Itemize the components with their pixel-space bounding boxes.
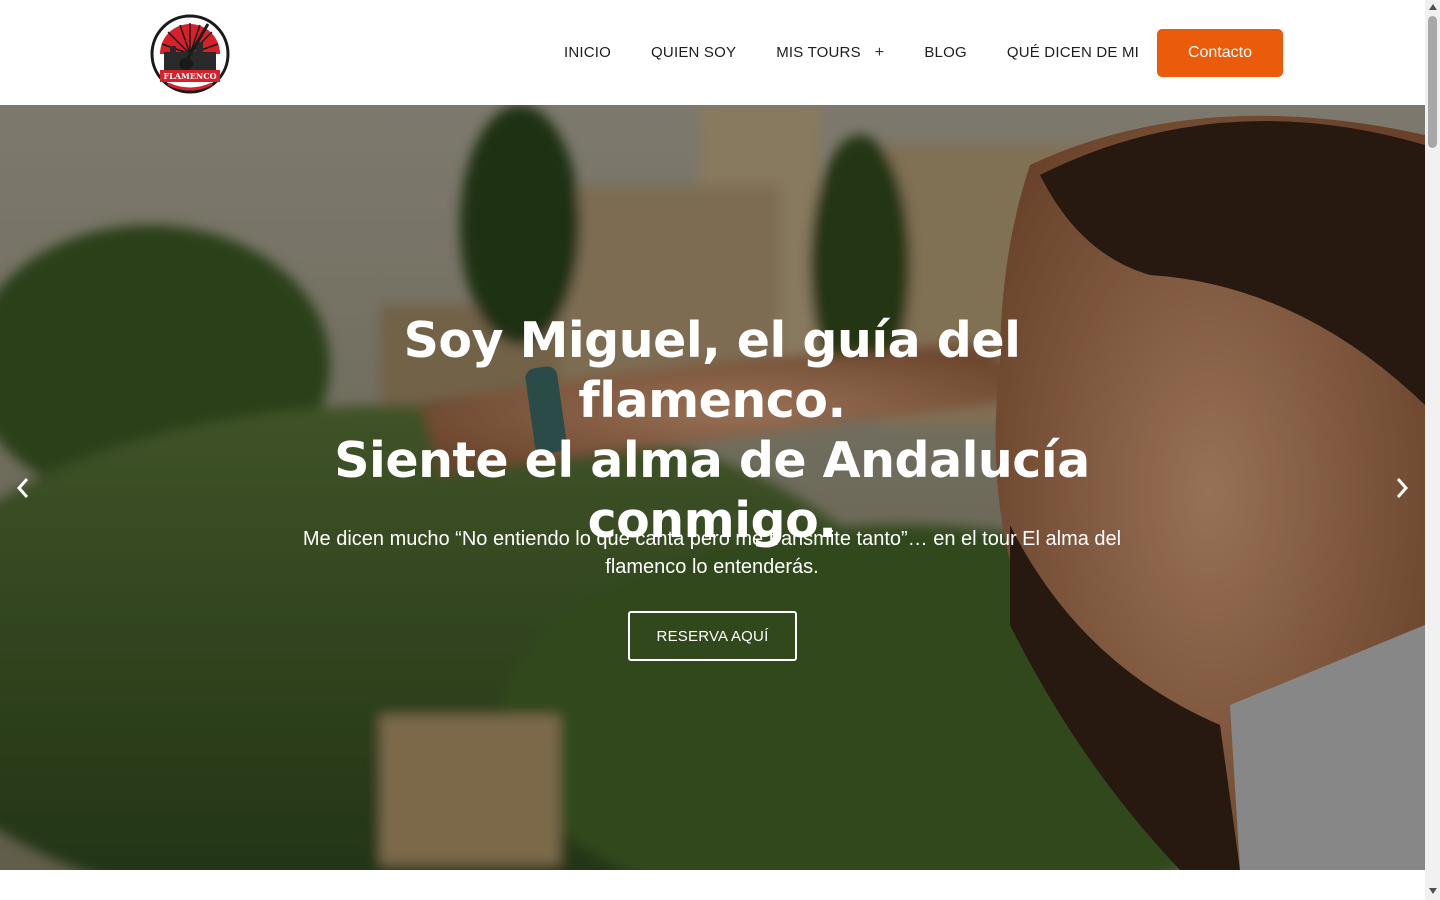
nav-item-label: MIS TOURS — [776, 44, 861, 61]
hero-title-line-1: Soy Miguel, el guía del flamenco. — [403, 312, 1021, 429]
plus-icon[interactable]: + — [875, 44, 885, 62]
slider-next-button[interactable] — [1387, 473, 1417, 503]
logo-emblem-icon: FLAMENCO — [150, 14, 230, 94]
page-scrollbar[interactable] — [1425, 0, 1440, 900]
chevron-right-icon — [1396, 478, 1409, 498]
contact-button[interactable]: Contacto — [1157, 29, 1283, 77]
nav-item-inicio[interactable]: INICIO — [544, 0, 631, 105]
scrollbar-thumb[interactable] — [1428, 16, 1437, 148]
hero-slider: Soy Miguel, el guía del flamenco. Siente… — [0, 105, 1425, 870]
reserve-button[interactable]: RESERVA AQUÍ — [628, 611, 797, 661]
nav-item-mis-tours[interactable]: MIS TOURS + — [756, 0, 904, 105]
site-logo[interactable]: FLAMENCO — [148, 12, 232, 96]
nav-item-label: INICIO — [564, 44, 612, 61]
page: FLAMENCO INICIO QUIEN SOY MIS TOURS + BL… — [0, 0, 1440, 900]
hero-subtitle: Me dicen mucho “No entiendo lo que canta… — [302, 528, 1122, 578]
scroll-up-arrow-icon[interactable] — [1425, 0, 1440, 14]
main-nav: INICIO QUIEN SOY MIS TOURS + BLOG QUÉ DI… — [544, 0, 1159, 105]
site-header: FLAMENCO INICIO QUIEN SOY MIS TOURS + BL… — [0, 0, 1425, 105]
slider-prev-button[interactable] — [8, 473, 38, 503]
hero-title-line-2: Siente el alma de Andalucía — [334, 432, 1090, 489]
nav-item-label: QUÉ DICEN DE MI — [1006, 44, 1140, 61]
nav-item-quien-soy[interactable]: QUIEN SOY — [631, 0, 756, 105]
nav-item-label: QUIEN SOY — [651, 44, 737, 61]
nav-item-blog[interactable]: BLOG — [904, 0, 986, 105]
chevron-left-icon — [16, 478, 29, 498]
logo-text: FLAMENCO — [163, 71, 216, 81]
scroll-down-arrow-icon[interactable] — [1425, 884, 1440, 898]
nav-item-que-dicen-de-mi[interactable]: QUÉ DICEN DE MI — [987, 0, 1159, 105]
nav-item-label: BLOG — [924, 44, 967, 61]
hero-title: Soy Miguel, el guía del flamenco. Siente… — [262, 311, 1162, 551]
